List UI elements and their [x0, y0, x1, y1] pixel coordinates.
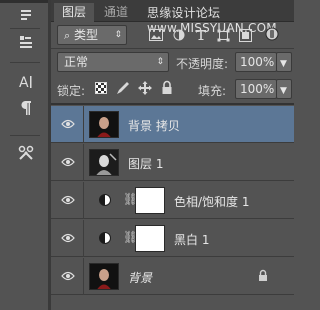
divider	[51, 103, 294, 105]
layer-thumbnail	[89, 263, 119, 290]
visibility-eye-icon[interactable]	[61, 270, 75, 282]
tool-separator	[10, 28, 40, 29]
shape-filter-icon[interactable]	[216, 28, 230, 42]
tool-separator	[10, 135, 40, 136]
column-divider	[83, 144, 84, 181]
search-icon: ⌕	[64, 29, 71, 42]
history-brush-icon[interactable]	[16, 6, 36, 26]
lock-position-icon[interactable]	[137, 80, 153, 99]
lock-transparent-pixels-icon[interactable]	[95, 82, 107, 94]
layer-row[interactable]: ⛓ 色相/饱和度 1	[51, 182, 294, 219]
fill-input[interactable]: 100%	[235, 79, 277, 99]
chevron-updown-icon: ⇕	[114, 30, 122, 40]
layer-name[interactable]: 背景 拷贝	[128, 117, 180, 134]
adjustment-filter-icon[interactable]	[172, 28, 186, 42]
character-panel-icon[interactable]: A	[16, 72, 36, 92]
lock-all-icon[interactable]	[161, 80, 173, 98]
layer-name[interactable]: 黑白 1	[174, 231, 209, 248]
layer-row[interactable]: ⛓ 黑白 1	[51, 220, 294, 257]
tool-strip: A	[0, 0, 49, 310]
layer-name[interactable]: 图层 1	[128, 155, 163, 172]
tab-layers[interactable]: 图层	[54, 3, 95, 22]
image-filter-icon[interactable]	[149, 28, 163, 42]
layer-row[interactable]: 图层 1	[51, 144, 294, 181]
column-divider	[83, 220, 84, 257]
lock-label: 锁定:	[57, 84, 86, 98]
opacity-input[interactable]: 100%	[235, 52, 277, 72]
adjustment-layer-icon	[99, 232, 111, 244]
layer-name[interactable]: 背景	[128, 269, 152, 286]
opacity-value: 100%	[240, 55, 275, 69]
column-divider	[83, 258, 84, 295]
column-divider	[83, 182, 84, 219]
tool-separator	[10, 62, 40, 63]
fill-label: 填充:	[198, 84, 227, 98]
fill-dropdown-button[interactable]: ▼	[276, 79, 292, 99]
tool-presets-icon[interactable]	[16, 143, 36, 163]
layer-thumbnail	[89, 149, 119, 176]
tool-strip-top-bar	[0, 0, 48, 3]
type-filter-icon[interactable]	[194, 28, 208, 42]
lock-image-pixels-icon[interactable]	[115, 80, 131, 99]
visibility-eye-icon[interactable]	[61, 232, 75, 244]
layer-row[interactable]: 背景	[51, 258, 294, 295]
layer-thumbnail	[89, 111, 119, 138]
layer-filter-kind-select[interactable]: ⌕ 类型 ⇕	[57, 25, 127, 45]
panel-tab-bar: 图层 通道 思缘设计论坛 www.MISSYUAN.COM	[51, 0, 294, 35]
layer-name[interactable]: 色相/饱和度 1	[174, 193, 250, 210]
divider	[51, 48, 294, 49]
filter-kind-label: 类型	[74, 28, 99, 42]
adjustment-layer-icon	[99, 194, 111, 206]
lock-icon	[258, 269, 268, 285]
chevron-updown-icon: ⇕	[156, 57, 164, 67]
fill-value: 100%	[240, 82, 275, 96]
filter-toggle-icon[interactable]	[263, 26, 281, 42]
paragraph-panel-icon[interactable]	[16, 98, 36, 118]
column-divider	[83, 106, 84, 143]
visibility-eye-icon[interactable]	[61, 156, 75, 168]
layer-mask-thumbnail[interactable]	[135, 225, 165, 252]
layers-panel: 图层 通道 思缘设计论坛 www.MISSYUAN.COM ⌕ 类型 ⇕ 正常 …	[51, 0, 294, 310]
opacity-dropdown-button[interactable]: ▼	[276, 52, 292, 72]
clone-source-icon[interactable]	[16, 32, 36, 52]
chevron-down-icon: ▼	[280, 86, 287, 96]
visibility-eye-icon[interactable]	[61, 194, 75, 206]
visibility-eye-icon[interactable]	[61, 118, 75, 130]
svg-text:A: A	[19, 75, 29, 90]
opacity-label: 不透明度:	[176, 57, 229, 71]
chevron-down-icon: ▼	[280, 59, 287, 69]
blend-mode-select[interactable]: 正常 ⇕	[57, 52, 169, 72]
layer-row[interactable]: 背景 拷贝	[51, 106, 294, 143]
tab-channels[interactable]: 通道	[96, 3, 136, 22]
blend-mode-value: 正常	[64, 55, 89, 69]
layer-mask-thumbnail[interactable]	[135, 187, 165, 214]
smart-object-filter-icon[interactable]	[238, 28, 252, 42]
